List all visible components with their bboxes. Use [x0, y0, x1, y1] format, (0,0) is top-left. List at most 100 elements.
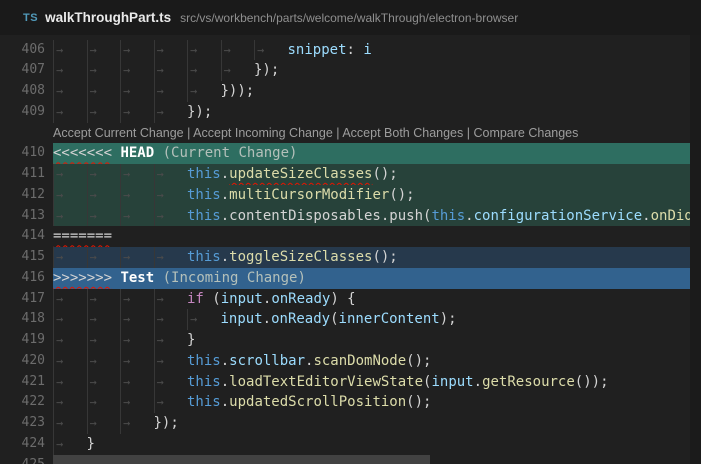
code-content[interactable]: <<<<<<< HEAD (Current Change): [53, 143, 690, 164]
code-content[interactable]: → → → → this.multiCursorModifier();: [53, 184, 690, 206]
code-content[interactable]: → → → → → → → snippet: i: [53, 39, 690, 61]
line-number: 413: [21, 207, 45, 223]
code-content[interactable]: →}: [53, 433, 690, 455]
tab-whitespace-arrow-icon: →: [187, 309, 221, 330]
codelens-row: Accept Current Change | Accept Incoming …: [0, 123, 690, 144]
code-token: scrollbar: [229, 352, 306, 369]
code-token: .: [220, 373, 230, 390]
code-content[interactable]: >>>>>>> Test (Incoming Change): [53, 267, 690, 289]
code-content[interactable]: → → → → → input.onReady(innerContent);: [53, 309, 690, 330]
code-content[interactable]: → → → →});: [53, 101, 690, 123]
code-token: ());: [574, 373, 609, 390]
code-line-420: 420 → → → → this.scrollbar.scanDomNode();: [0, 350, 690, 372]
tab-whitespace-arrow-icon: →: [53, 433, 87, 455]
line-number: 425: [21, 456, 45, 464]
code-token: }: [187, 332, 196, 348]
tab-whitespace-arrow-icon: →: [86, 350, 121, 372]
tab-whitespace-arrow-icon: →: [120, 392, 154, 413]
line-number: [0, 123, 45, 144]
code-token: input: [431, 373, 474, 390]
code-token: <<<<<<<: [53, 145, 113, 162]
code-line-411: 411 → → → → this.updateSizeClasses();: [0, 164, 690, 185]
code-content[interactable]: → → → → if (input.onReady) {: [53, 288, 690, 310]
code-line-414: 414 =======: [0, 226, 690, 247]
code-line-417: 417 → → → → if (input.onReady) {: [0, 288, 690, 310]
tab-whitespace-arrow-icon: →: [187, 39, 221, 61]
code-token: multiCursorModifier: [229, 186, 390, 203]
code-token: });: [153, 415, 179, 431]
tab-whitespace-arrow-icon: →: [120, 309, 154, 330]
code-content[interactable]: → → →});: [53, 413, 690, 434]
codelens-action-accept-both-changes[interactable]: Accept Both Changes: [342, 126, 463, 140]
line-number: 420: [21, 352, 45, 368]
code-content[interactable]: → → → → this.loadTextEditorViewState(input.g…: [53, 371, 690, 393]
code-line-408: 408 → → → → →}));: [0, 81, 690, 102]
tab-whitespace-arrow-icon: →: [53, 288, 87, 310]
tab-whitespace-arrow-icon: →: [254, 39, 288, 61]
code-line-423: 423 → → →});: [0, 413, 690, 434]
file-name[interactable]: walkThroughPart.ts: [45, 10, 171, 25]
codelens-action-accept-current-change[interactable]: Accept Current Change: [53, 126, 184, 140]
code-token: });: [187, 103, 213, 120]
code-token: getResource: [482, 373, 575, 390]
tab-whitespace-arrow-icon: →: [86, 330, 121, 351]
tab-whitespace-arrow-icon: →: [120, 39, 154, 61]
code-token: ();: [372, 249, 398, 265]
code-token: .: [473, 373, 483, 390]
code-content[interactable]: =======: [53, 226, 690, 247]
line-number: 410: [21, 145, 45, 161]
code-token: i: [363, 41, 372, 58]
line-number: 412: [21, 186, 45, 202]
tab-whitespace-arrow-icon: →: [86, 60, 121, 81]
line-number: 423: [21, 415, 45, 430]
code-token: input: [220, 311, 263, 328]
tab-whitespace-arrow-icon: →: [187, 81, 221, 102]
tab-whitespace-arrow-icon: →: [120, 330, 154, 351]
code-token: .: [262, 311, 272, 328]
tab-whitespace-arrow-icon: →: [120, 247, 154, 268]
code-token: (Current Change): [154, 145, 298, 162]
code-content[interactable]: → → → → this.contentDisposables.push(this.co…: [53, 205, 690, 227]
tab-whitespace-arrow-icon: →: [86, 205, 121, 227]
typescript-file-icon: TS: [23, 11, 39, 24]
code-content[interactable]: [53, 454, 690, 464]
code-line-412: 412 → → → → this.multiCursorModifier();: [0, 184, 690, 206]
codelens-separator: |: [463, 125, 474, 140]
code-token: );: [439, 311, 457, 328]
file-path: src/vs/workbench/parts/welcome/walkThrou…: [180, 10, 519, 25]
code-token: scanDomNode: [313, 352, 407, 369]
code-token: }: [86, 435, 95, 452]
tab-whitespace-arrow-icon: →: [153, 81, 188, 102]
scrollbar[interactable]: [690, 35, 701, 464]
tab-whitespace-arrow-icon: →: [153, 247, 188, 268]
code-token: this: [187, 249, 221, 265]
code-content[interactable]: → → → → this.toggleSizeClasses();: [53, 247, 690, 268]
code-token: .: [465, 207, 474, 224]
codelens-action-accept-incoming-change[interactable]: Accept Incoming Change: [193, 126, 333, 140]
code-token: (: [203, 290, 221, 307]
tab-whitespace-arrow-icon: →: [53, 101, 87, 123]
tab-whitespace-arrow-icon: →: [120, 101, 154, 123]
tab-whitespace-arrow-icon: →: [86, 309, 121, 330]
code-editor[interactable]: 406 → → → → → → → snippet: i 407 → → → → → →}); 408 → → → → →…: [0, 35, 690, 464]
code-content[interactable]: → → → → → →});: [53, 60, 690, 81]
tab-whitespace-arrow-icon: →: [153, 164, 188, 185]
code-token: onDidU: [650, 207, 690, 224]
codelens-action-compare-changes[interactable]: Compare Changes: [473, 126, 578, 140]
code-token: this: [187, 166, 221, 182]
code-token: ();: [406, 394, 432, 411]
tab-whitespace-arrow-icon: →: [53, 164, 87, 185]
code-line-416: 416 >>>>>>> Test (Incoming Change): [0, 267, 690, 289]
code-token: .: [220, 352, 230, 369]
tab-whitespace-arrow-icon: →: [120, 205, 154, 227]
code-content[interactable]: → → → →}: [53, 330, 690, 351]
tab-whitespace-arrow-icon: →: [53, 184, 87, 206]
code-content[interactable]: → → → → this.updatedScrollPosition();: [53, 392, 690, 413]
code-content[interactable]: → → → → this.updateSizeClasses();: [53, 164, 690, 185]
code-content[interactable]: → → → → →}));: [53, 81, 690, 102]
tab-whitespace-arrow-icon: →: [53, 247, 87, 268]
code-content[interactable]: → → → → this.scrollbar.scanDomNode();: [53, 350, 690, 372]
tab-whitespace-arrow-icon: →: [153, 350, 188, 372]
tab-whitespace-arrow-icon: →: [120, 288, 154, 310]
code-token: innerContent: [338, 311, 440, 328]
